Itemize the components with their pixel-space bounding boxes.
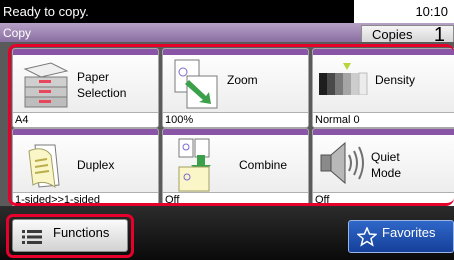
favorites-label: Favorites	[382, 225, 436, 240]
functions-button[interactable]: Functions	[12, 219, 128, 252]
copies-counter[interactable]: Copies 1	[361, 24, 454, 46]
star-icon	[356, 226, 378, 252]
favorites-button[interactable]: Favorites	[348, 220, 454, 253]
mode-bar: Copy Copies 1	[0, 23, 454, 46]
clock: 10:10	[415, 4, 448, 19]
mode-title: Copy	[3, 26, 32, 40]
copies-label: Copies	[372, 27, 413, 42]
list-icon	[22, 229, 42, 250]
highlight-frame-tiles	[8, 44, 454, 206]
clock-panel: 10:10	[354, 0, 454, 23]
status-message: Ready to copy.	[3, 4, 89, 19]
functions-label: Functions	[53, 225, 110, 240]
status-bar: Ready to copy. 10:10	[0, 0, 454, 23]
